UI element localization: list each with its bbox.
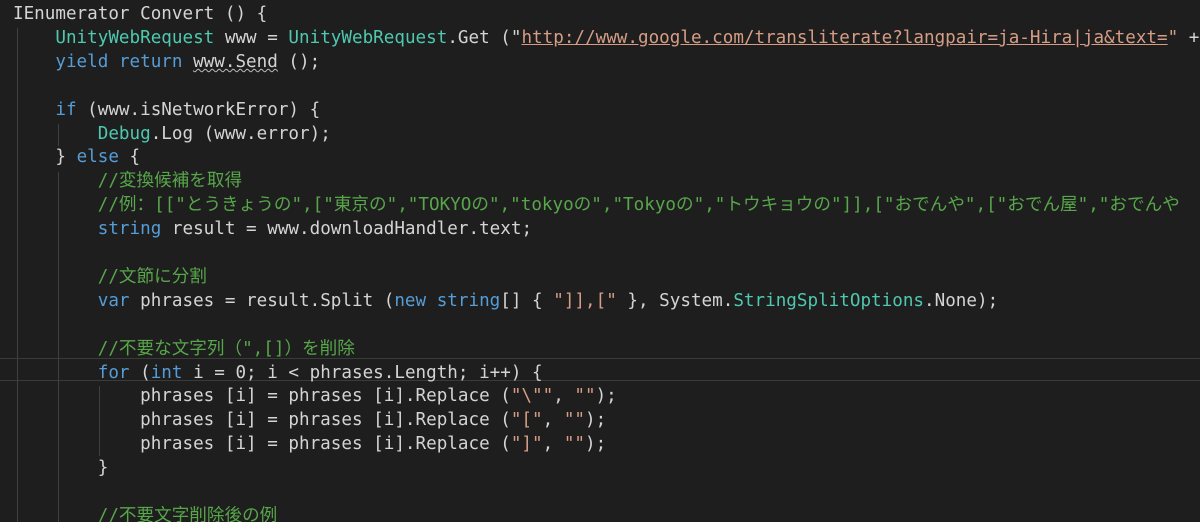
code-token: +	[1188, 27, 1200, 48]
code-token: //不要文字削除後の例	[97, 505, 278, 522]
code-token: {	[118, 147, 141, 168]
code-token: phrases = result.Split (	[129, 290, 395, 311]
code-token: Debug	[97, 123, 151, 144]
code-token: www.Send	[193, 51, 278, 72]
code-token: "\""	[510, 386, 554, 407]
code-line[interactable]: yield return www.Send ();	[13, 50, 320, 74]
code-token: .None);	[924, 290, 999, 311]
code-token: else	[76, 147, 119, 168]
code-token: .Log (www.error);	[150, 123, 331, 144]
code-token: ""	[574, 386, 596, 407]
code-token: (www.isNetworkError) {	[76, 99, 321, 120]
code-token: Convert () {	[129, 4, 268, 24]
code-token: );	[585, 410, 607, 431]
code-token: phrases [i] = phrases [i].Replace (	[13, 386, 511, 407]
code-token: }	[13, 458, 109, 479]
code-token: i = 0; i < phrases.Length; i++) {	[182, 362, 543, 383]
code-token: //変換候補を取得	[97, 171, 243, 192]
code-line[interactable]: for (int i = 0; i < phrases.Length; i++)…	[13, 361, 543, 385]
code-line[interactable]: //不要な文字列（",[]）を削除	[13, 337, 355, 361]
code-line[interactable]: string result = www.downloadHandler.text…	[13, 217, 532, 241]
code-token: yield	[55, 51, 109, 72]
code-token: string	[97, 219, 162, 240]
code-line[interactable]: var phrases = result.Split (new string[]…	[13, 289, 998, 313]
code-token: ""	[563, 410, 585, 431]
code-token: .Get ("	[447, 27, 522, 48]
code-line[interactable]: IEnumerator Convert () {	[13, 2, 267, 26]
code-line[interactable]: UnityWebRequest www = UnityWebRequest.Ge…	[13, 26, 1200, 50]
code-line[interactable]: } else {	[13, 145, 140, 169]
code-token: );	[585, 434, 607, 455]
code-token: "]"	[510, 434, 543, 455]
code-token: StringSplitOptions	[733, 290, 925, 311]
code-editor[interactable]: IEnumerator Convert () { UnityWebRequest…	[0, 0, 1200, 522]
code-token: //例：[["とうきょうの",["東京の","TOKYOの","tokyoの",…	[97, 195, 1180, 216]
code-token: if	[55, 99, 77, 120]
code-token: (	[129, 362, 151, 383]
code-token: phrases [i] = phrases [i].Replace (	[13, 434, 511, 455]
code-token: //不要な文字列（",[]）を削除	[97, 338, 355, 359]
code-token: www =	[214, 27, 289, 48]
code-token: "	[1167, 27, 1179, 48]
code-token: ,	[542, 434, 564, 455]
code-line[interactable]: Debug.Log (www.error);	[13, 122, 331, 146]
code-token: IEnumerator	[13, 4, 130, 24]
code-line[interactable]: if (www.isNetworkError) {	[13, 98, 320, 122]
code-token: result = www.downloadHandler.text;	[161, 219, 533, 240]
code-token: [] {	[500, 290, 554, 311]
code-token: }	[13, 147, 77, 168]
code-token: UnityWebRequest	[288, 27, 448, 48]
code-line[interactable]: //不要文字削除後の例	[13, 504, 278, 522]
code-token: phrases [i] = phrases [i].Replace (	[13, 410, 511, 431]
code-line[interactable]: //例：[["とうきょうの",["東京の","TOKYOの","tokyoの",…	[13, 193, 1180, 217]
code-line[interactable]: phrases [i] = phrases [i].Replace ("[", …	[13, 408, 606, 432]
code-line[interactable]: }	[13, 456, 109, 480]
code-token: "]],["	[553, 290, 617, 311]
code-token: string	[436, 290, 501, 311]
code-line[interactable]: phrases [i] = phrases [i].Replace ("]", …	[13, 432, 606, 456]
code-line[interactable]: //変換候補を取得	[13, 169, 242, 193]
code-token: UnityWebRequest	[55, 27, 215, 48]
code-token: ();	[277, 51, 321, 72]
code-token: int	[150, 362, 183, 383]
code-line[interactable]: //文節に分割	[13, 265, 207, 289]
code-token: }, System.	[616, 290, 734, 311]
code-token: return	[118, 51, 183, 72]
code-token: ""	[563, 434, 585, 455]
code-token: new	[394, 290, 427, 311]
code-token: ,	[542, 410, 564, 431]
code-token: ,	[553, 386, 575, 407]
code-token: //文節に分割	[97, 266, 207, 287]
code-token: for	[97, 362, 130, 383]
code-token: var	[97, 290, 130, 311]
code-token: );	[595, 386, 617, 407]
code-token: http://www.google.com/transliterate?lang…	[521, 27, 1168, 48]
code-token: "["	[510, 410, 543, 431]
code-line[interactable]: phrases [i] = phrases [i].Replace ("\"",…	[13, 384, 617, 408]
